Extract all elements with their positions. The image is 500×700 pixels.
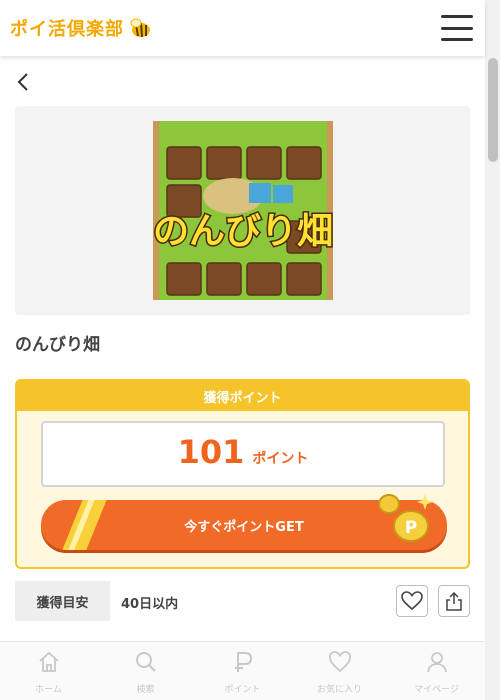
share-icon	[446, 591, 462, 611]
nav-search-label: 検索	[136, 685, 155, 695]
nonbiri-hatake-app-icon: のんびり畑	[153, 121, 333, 300]
nav-home[interactable]: ホーム	[0, 642, 97, 700]
points-display: 101 ポイント	[41, 421, 445, 487]
share-button[interactable]	[438, 585, 470, 617]
nav-points-label: ポイント	[224, 685, 261, 695]
points-value: 101	[177, 433, 245, 471]
logo-text: ポイ活倶楽部	[10, 19, 124, 40]
nav-mypage-label: マイページ	[414, 685, 459, 695]
svg-text:P: P	[405, 518, 417, 538]
bottom-navigation: ホーム 検索 ポイント お気に入り マイページ	[0, 641, 485, 700]
site-logo[interactable]: ポイ活倶楽部	[10, 15, 152, 41]
points-unit: ポイント	[252, 451, 309, 467]
heart-icon	[401, 591, 423, 611]
search-icon	[135, 652, 156, 672]
points-panel-heading: 獲得ポイント	[17, 381, 468, 411]
estimate-value: 40日以内	[121, 597, 179, 612]
coins-icon: P	[378, 494, 433, 542]
favorite-button[interactable]	[396, 585, 428, 617]
nav-favorites[interactable]: お気に入り	[291, 642, 388, 700]
nav-home-label: ホーム	[35, 685, 62, 695]
heart-icon	[328, 651, 351, 673]
user-icon	[426, 652, 447, 673]
app-icon-logotype: のんびり畑	[153, 211, 333, 252]
estimate-label: 獲得目安	[15, 581, 110, 621]
scrollbar-thumb[interactable]	[488, 58, 498, 162]
nav-mypage[interactable]: マイページ	[388, 642, 485, 700]
app-header: ポイ活倶楽部	[0, 0, 485, 56]
bee-icon	[130, 18, 150, 38]
nav-search[interactable]: 検索	[97, 642, 194, 700]
back-chevron-icon[interactable]	[14, 70, 34, 94]
nav-points[interactable]: ポイント	[194, 642, 291, 700]
point-icon	[234, 652, 252, 672]
nav-favorites-label: お気に入り	[316, 685, 362, 695]
hamburger-menu-icon[interactable]	[441, 15, 473, 41]
app-title: のんびり畑	[15, 335, 100, 355]
home-icon	[38, 651, 59, 672]
